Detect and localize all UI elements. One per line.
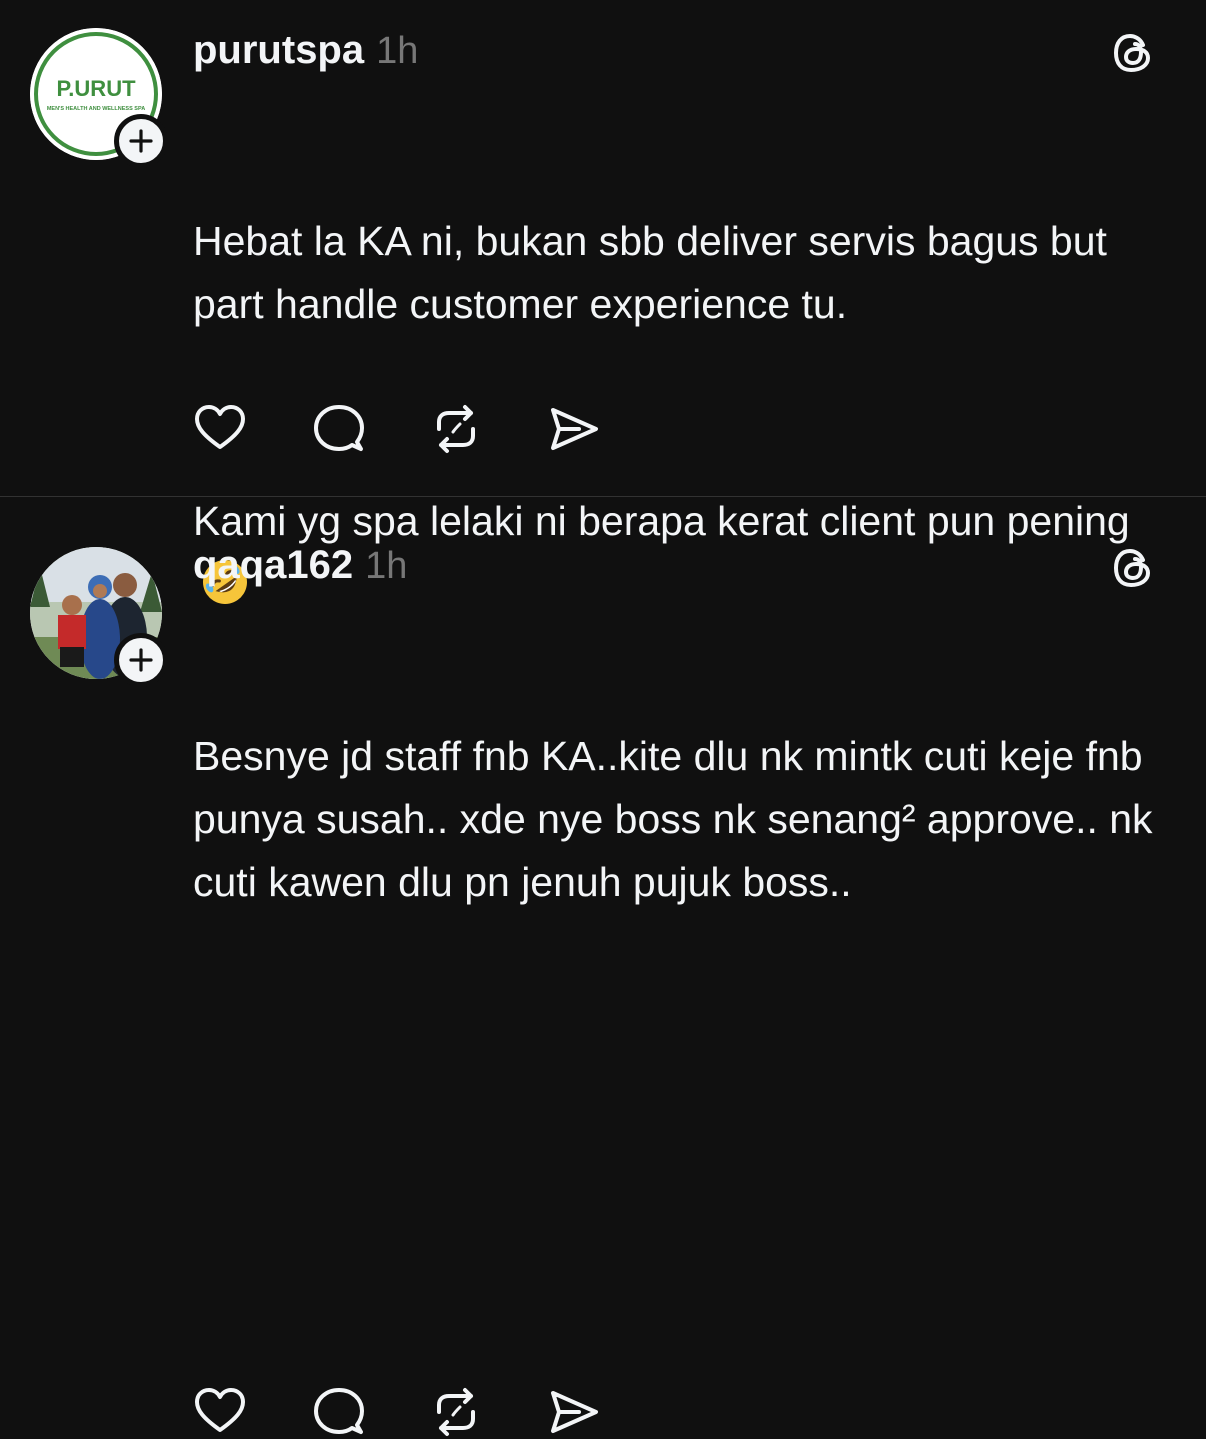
threads-logo-icon[interactable]	[1108, 543, 1158, 593]
post-card: qaqa162 1h Besnye jd staff fnb KA..kite …	[0, 497, 1206, 1436]
username[interactable]: qaqa162	[193, 543, 353, 588]
post-card: P.URUT MEN'S HEALTH AND WELLNESS SPA pur…	[0, 0, 1206, 604]
repost-button[interactable]	[429, 1385, 483, 1439]
repost-icon	[437, 1388, 475, 1436]
like-button[interactable]	[193, 402, 247, 456]
timestamp: 1h	[376, 30, 419, 72]
repost-button[interactable]	[429, 402, 483, 456]
logo-text: P.URUT	[56, 76, 136, 101]
follow-plus-icon	[129, 648, 153, 672]
share-icon	[551, 408, 598, 450]
post-header: qaqa162 1h	[193, 543, 1166, 591]
heart-icon	[195, 1388, 245, 1432]
post-actions	[193, 1385, 665, 1439]
post-body: Besnye jd staff fnb KA..kite dlu nk mint…	[193, 599, 1166, 1040]
share-icon	[551, 1391, 598, 1433]
username[interactable]: purutspa	[193, 28, 364, 73]
threads-feed: P.URUT MEN'S HEALTH AND WELLNESS SPA pur…	[0, 0, 1206, 1436]
repost-icon	[437, 405, 475, 453]
post-actions	[193, 402, 665, 456]
post-paragraph: Hebat la KA ni, bukan sbb deliver servis…	[193, 218, 1119, 327]
follow-button[interactable]	[114, 633, 168, 687]
timestamp: 1h	[365, 545, 408, 587]
avatar-container: P.URUT MEN'S HEALTH AND WELLNESS SPA	[30, 28, 168, 168]
comment-icon	[314, 405, 364, 451]
post-content: qaqa162 1h Besnye jd staff fnb KA..kite …	[193, 543, 1166, 1040]
avatar-container	[30, 547, 168, 687]
post-header: purutspa 1h	[193, 28, 1166, 76]
comment-button[interactable]	[311, 1385, 365, 1439]
comment-icon	[314, 1388, 364, 1434]
heart-icon	[195, 405, 245, 449]
share-button[interactable]	[547, 402, 601, 456]
follow-plus-icon	[129, 129, 153, 153]
threads-logo-icon[interactable]	[1108, 28, 1158, 78]
follow-button[interactable]	[114, 114, 168, 168]
like-button[interactable]	[193, 1385, 247, 1439]
comment-button[interactable]	[311, 402, 365, 456]
share-button[interactable]	[547, 1385, 601, 1439]
logo-subtext: MEN'S HEALTH AND WELLNESS SPA	[47, 106, 145, 112]
post-paragraph: Besnye jd staff fnb KA..kite dlu nk mint…	[193, 733, 1164, 905]
